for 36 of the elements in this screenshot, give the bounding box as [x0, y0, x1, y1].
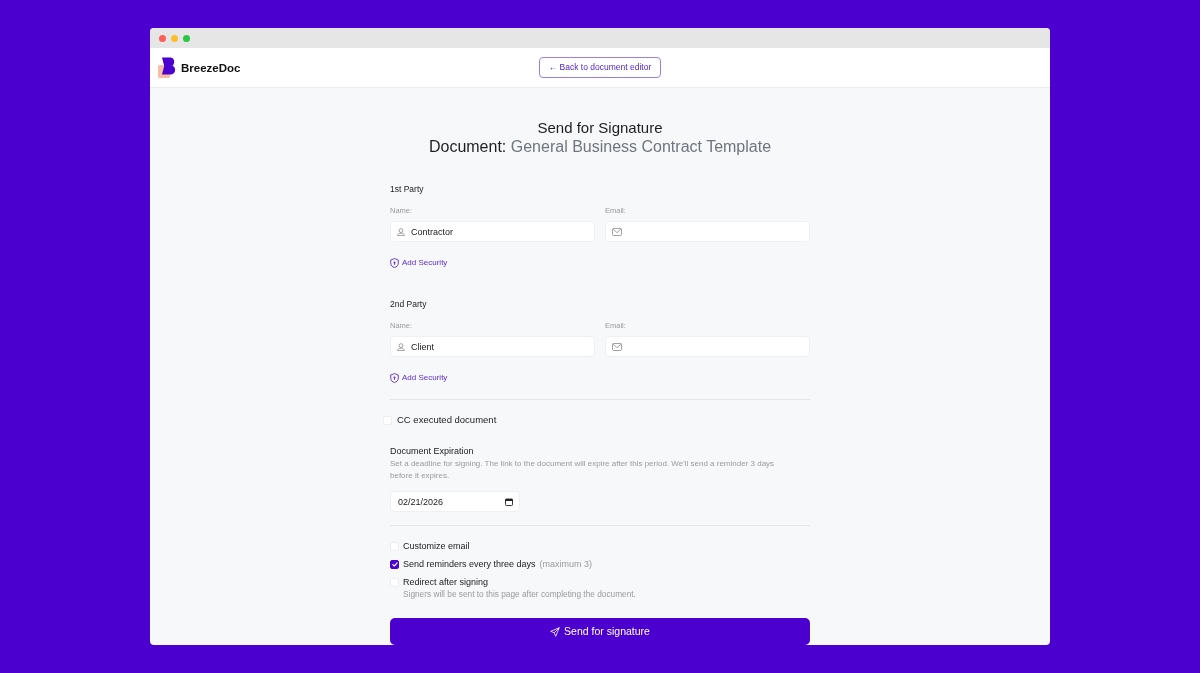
person-icon [397, 342, 405, 351]
checkbox-label: Redirect after signing [403, 576, 489, 589]
brand-name: BreezeDoc [181, 60, 241, 75]
section-title: Document Expiration [390, 445, 475, 458]
email-field[interactable] [605, 221, 810, 242]
back-button[interactable]: ← Back to document editor [538, 57, 662, 78]
calendar-icon[interactable] [505, 497, 513, 506]
checkbox[interactable] [390, 559, 399, 569]
envelope-icon [612, 227, 622, 236]
checkbox-label: Send reminders every three days [403, 558, 536, 571]
option-hint: Signers will be sent to this page after completing the document. [402, 589, 637, 599]
shield-icon [390, 258, 399, 268]
page-title: Send for Signature [536, 119, 664, 137]
name-field[interactable]: Client [390, 336, 595, 357]
option-note: (maximum 3) [539, 558, 593, 571]
envelope-icon [612, 342, 622, 351]
shield-icon [390, 373, 399, 383]
checkbox-label: CC executed document [397, 413, 497, 427]
paper-plane-icon [550, 626, 561, 637]
logo-icon [158, 57, 177, 78]
party-title: 2nd Party [390, 298, 428, 310]
send-button[interactable]: Send for signature [390, 618, 810, 645]
email-field[interactable] [605, 336, 810, 357]
person-icon [397, 227, 405, 236]
add-security-link[interactable]: Add Security [390, 257, 448, 269]
window-maximize-icon[interactable] [183, 34, 190, 42]
checkbox-label: Customize email [403, 540, 470, 553]
document-name: General Business Contract Template [510, 138, 772, 155]
document-label: Document: [428, 138, 507, 155]
name-field[interactable]: Contractor [390, 221, 595, 242]
section-description: Set a deadline for signing. The link to the document will expire after this period. We'll send a reminder 3 days before it expires. [390, 458, 776, 482]
party-title: 1st Party [390, 183, 425, 195]
window-close-icon[interactable] [159, 34, 166, 42]
window-minimize-icon[interactable] [171, 34, 178, 42]
date-field[interactable]: 02/21/2026 [390, 491, 520, 512]
add-security-link[interactable]: Add Security [390, 372, 448, 384]
